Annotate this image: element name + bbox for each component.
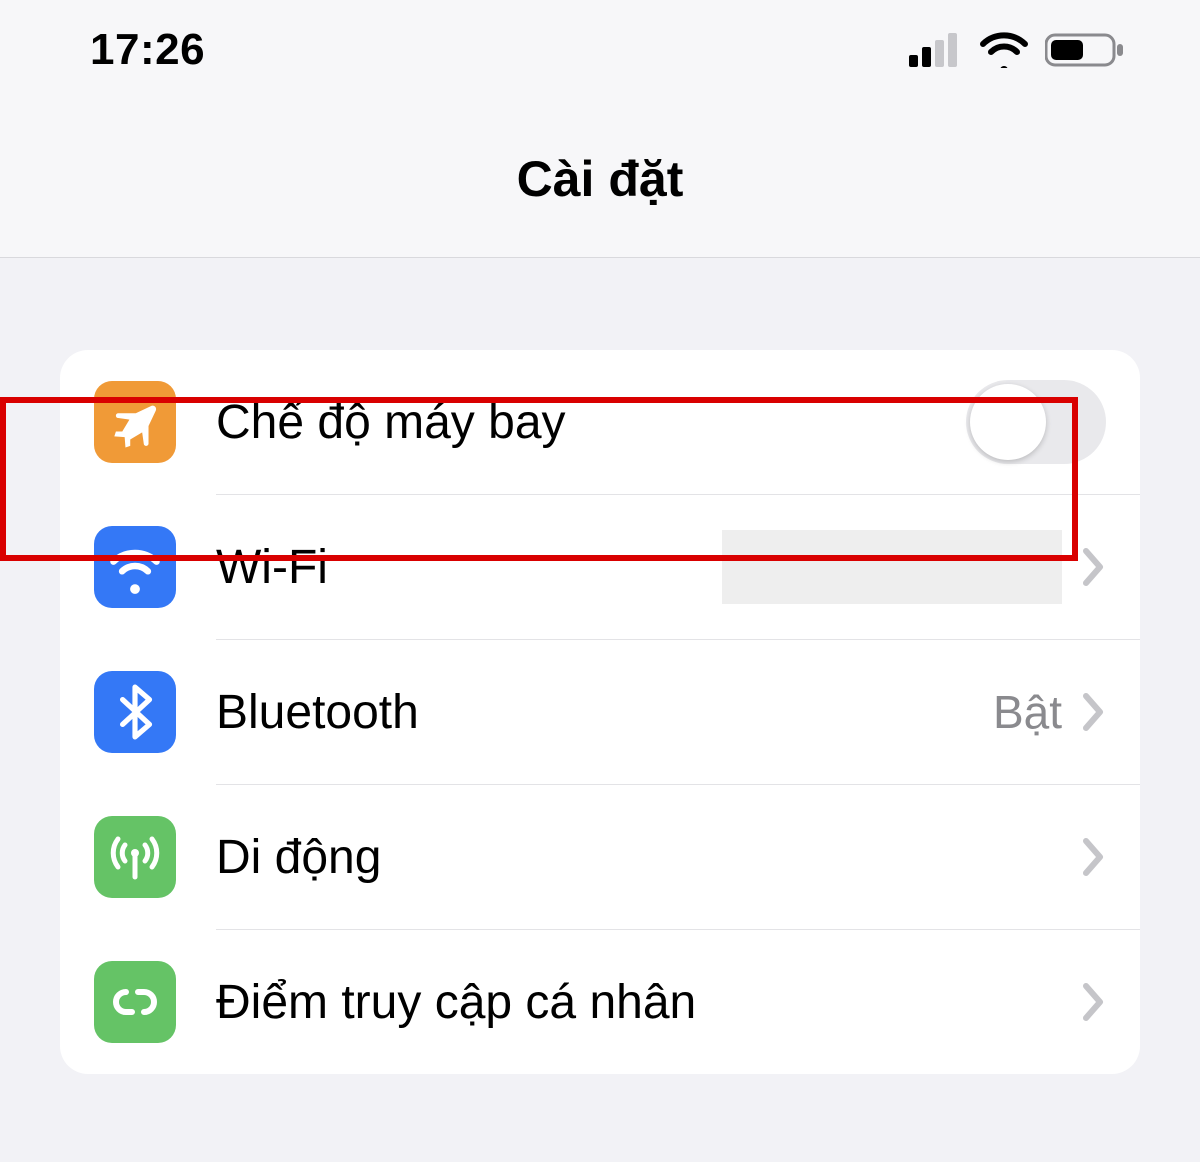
- bluetooth-icon: [94, 671, 176, 753]
- row-personal-hotspot[interactable]: Điểm truy cập cá nhân: [60, 930, 1140, 1074]
- hotspot-icon: [94, 961, 176, 1043]
- airplane-icon: [94, 381, 176, 463]
- status-bar: 17:26: [0, 0, 1200, 100]
- status-icons: [909, 32, 1125, 68]
- wifi-icon: [94, 526, 176, 608]
- toggle-knob: [970, 384, 1046, 460]
- row-label: Chế độ máy bay: [216, 395, 966, 450]
- row-bluetooth[interactable]: Bluetooth Bật: [60, 640, 1140, 784]
- wifi-network-name-redacted: [722, 530, 1062, 604]
- cellular-icon: [94, 816, 176, 898]
- row-cellular[interactable]: Di động: [60, 785, 1140, 929]
- row-wifi[interactable]: Wi-Fi: [60, 495, 1140, 639]
- page-title: Cài đặt: [517, 150, 684, 208]
- wifi-status-icon: [979, 32, 1029, 68]
- bluetooth-status-value: Bật: [993, 685, 1062, 739]
- row-airplane-mode[interactable]: Chế độ máy bay: [60, 350, 1140, 494]
- battery-icon: [1045, 32, 1125, 68]
- status-time: 17:26: [90, 25, 205, 75]
- header: Cài đặt: [0, 100, 1200, 258]
- cellular-signal-icon: [909, 33, 963, 67]
- airplane-toggle[interactable]: [966, 380, 1106, 464]
- settings-group: Chế độ máy bay Wi-Fi: [60, 350, 1140, 1074]
- chevron-right-icon: [1082, 547, 1106, 587]
- row-label: Wi-Fi: [216, 540, 722, 595]
- row-label: Điểm truy cập cá nhân: [216, 975, 1082, 1030]
- chevron-right-icon: [1082, 982, 1106, 1022]
- chevron-right-icon: [1082, 692, 1106, 732]
- chevron-right-icon: [1082, 837, 1106, 877]
- row-label: Di động: [216, 830, 1082, 885]
- row-label: Bluetooth: [216, 685, 993, 740]
